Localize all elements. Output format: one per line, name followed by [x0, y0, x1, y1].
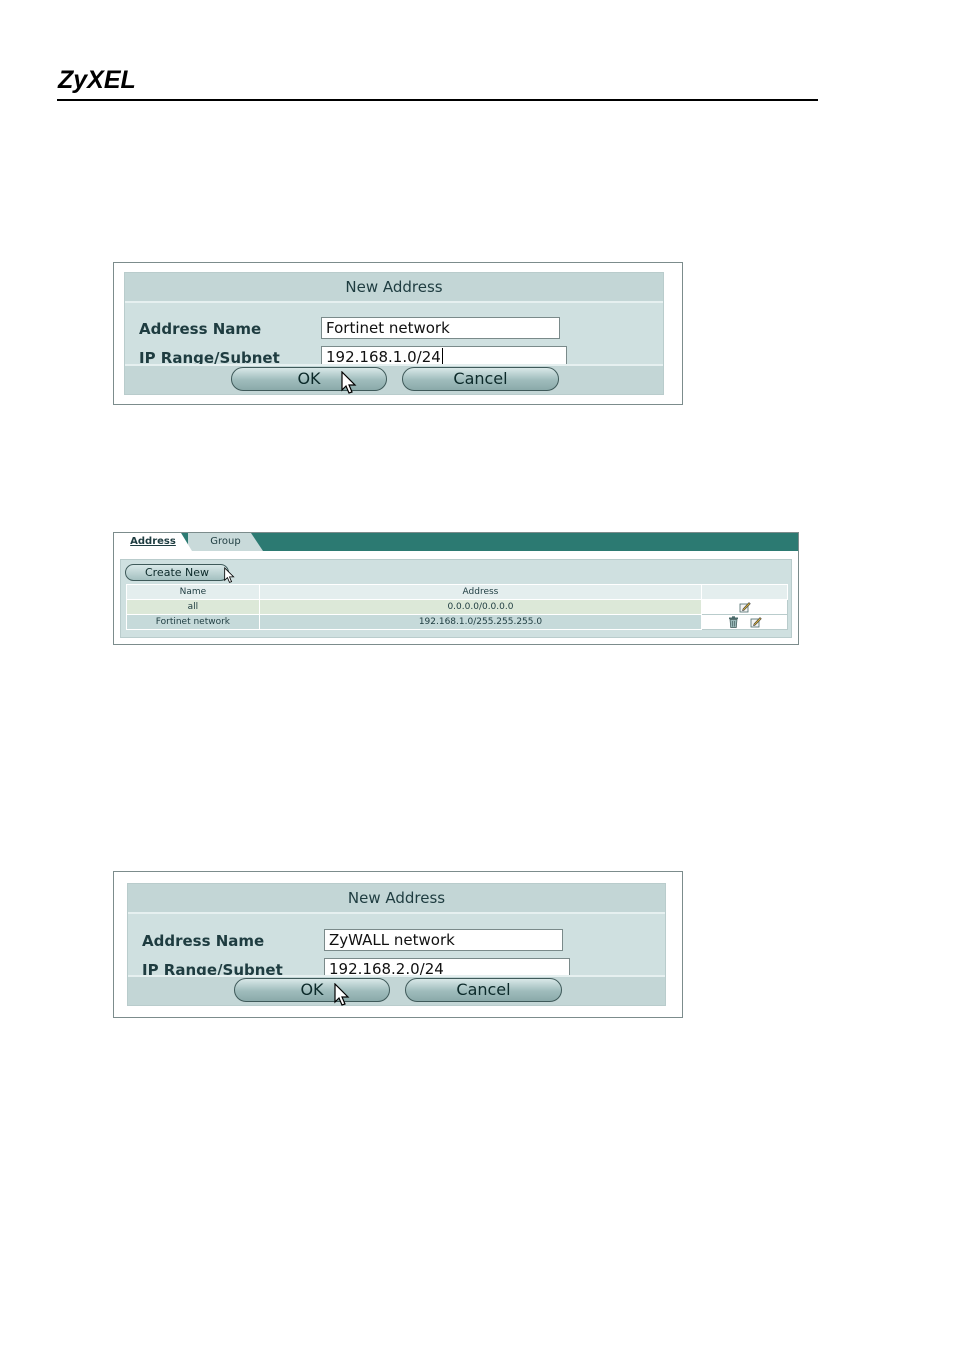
mouse-cursor-icon: [334, 983, 350, 1006]
edit-icon[interactable]: [750, 616, 762, 628]
table-row: all 0.0.0.0/0.0.0.0: [126, 599, 788, 615]
cancel-button[interactable]: Cancel: [405, 978, 562, 1002]
mouse-cursor-icon: [341, 371, 357, 394]
delete-icon[interactable]: [728, 616, 739, 628]
row-actions: [701, 614, 788, 630]
address-name-label: Address Name: [139, 320, 262, 338]
table-row: Fortinet network 192.168.1.0/255.255.255…: [126, 614, 788, 630]
column-header-name: Name: [126, 584, 260, 600]
new-address-dialog-2: New Address Address Name ZyWALL network …: [113, 871, 683, 1018]
dialog-title: New Address: [125, 273, 663, 303]
address-name-input[interactable]: Fortinet network: [321, 317, 560, 339]
ok-button[interactable]: OK: [231, 367, 387, 391]
address-name-input[interactable]: ZyWALL network: [324, 929, 563, 951]
edit-icon[interactable]: [739, 601, 751, 613]
tab-bar: Group Address: [114, 533, 798, 551]
cancel-button[interactable]: Cancel: [402, 367, 559, 391]
ok-button[interactable]: OK: [234, 978, 390, 1002]
zyxel-logo: ZyXEL: [58, 66, 136, 94]
create-new-button[interactable]: Create New: [125, 564, 229, 581]
row-name: all: [126, 599, 260, 615]
mouse-cursor-icon: [224, 567, 235, 583]
column-header-address: Address: [258, 584, 703, 600]
row-address: 192.168.1.0/255.255.255.0: [258, 614, 703, 630]
header-rule: [57, 99, 818, 101]
dialog-title: New Address: [128, 884, 665, 914]
dialog-panel: New Address Address Name Fortinet networ…: [124, 272, 664, 395]
address-name-label: Address Name: [142, 932, 265, 950]
new-address-dialog-1: New Address Address Name Fortinet networ…: [113, 262, 683, 405]
address-list-panel: Group Address Create New Name Address al…: [113, 532, 799, 645]
row-name: Fortinet network: [126, 614, 260, 630]
tab-address[interactable]: Address: [114, 533, 192, 551]
dialog-footer: OK Cancel: [128, 975, 665, 1005]
dialog-panel: New Address Address Name ZyWALL network …: [127, 883, 666, 1006]
address-table: Name Address all 0.0.0.0/0.0.0.0 Fortine…: [126, 584, 788, 630]
column-header-actions: [701, 584, 788, 600]
row-actions: [701, 599, 788, 615]
dialog-footer: OK Cancel: [125, 364, 663, 394]
tab-group[interactable]: Group: [188, 533, 263, 551]
row-address: 0.0.0.0/0.0.0.0: [258, 599, 703, 615]
